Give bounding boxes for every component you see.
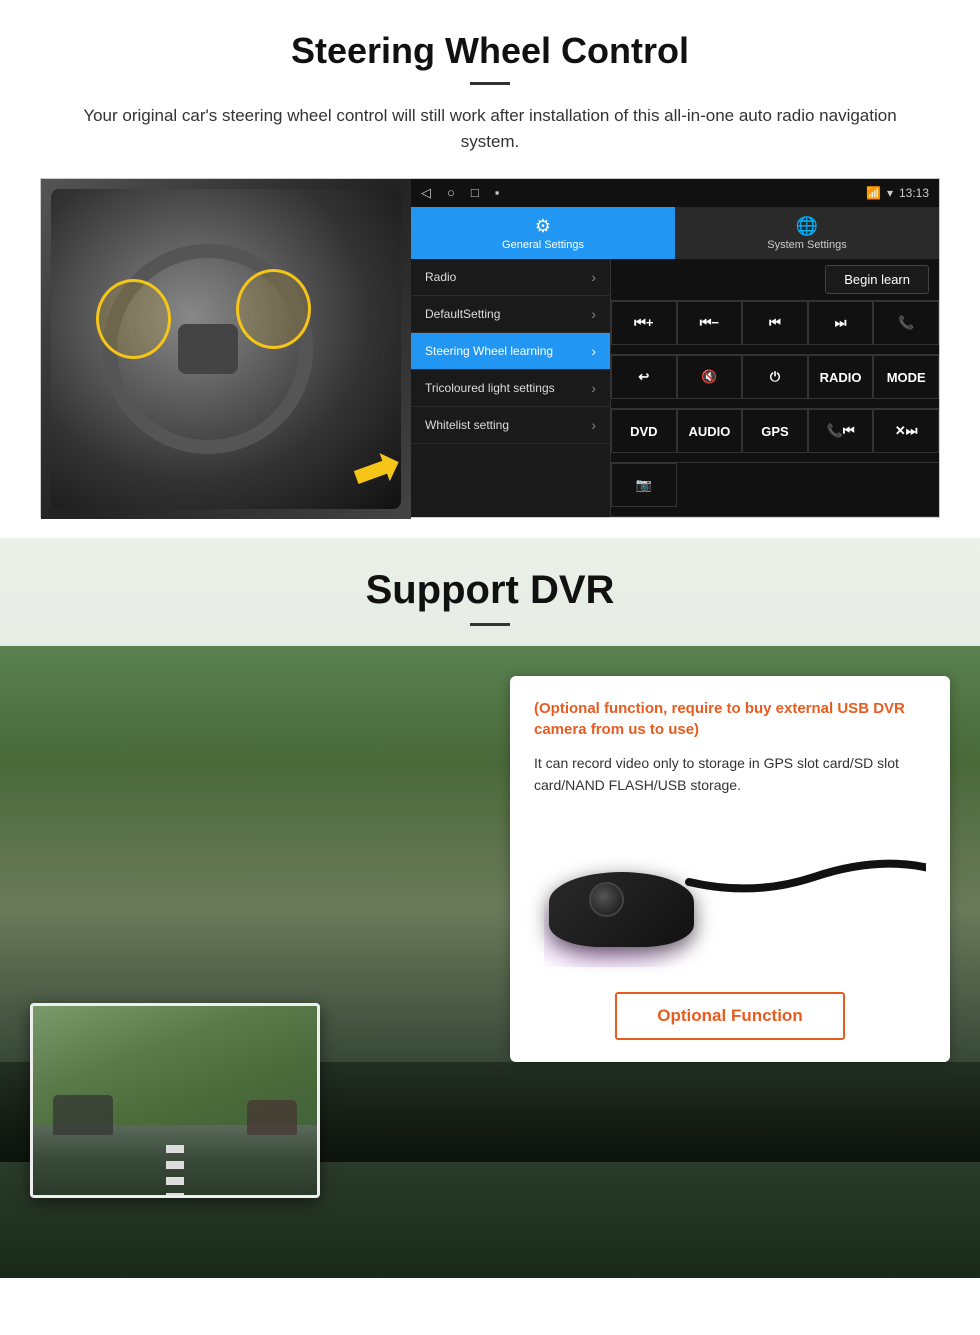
android-menu: Radio › DefaultSetting › Steering Wheel …: [411, 259, 939, 517]
power-button[interactable]: ⏻: [742, 355, 808, 399]
control-row-3: DVD AUDIO GPS 📞⏮ ✕⏭: [611, 409, 939, 463]
statusbar-right: 📶 ▾ 13:13: [866, 186, 929, 200]
menu-default-label: DefaultSetting: [425, 307, 500, 321]
vol-up-button[interactable]: ⏮+: [611, 301, 677, 345]
steering-title: Steering Wheel Control: [40, 30, 940, 72]
steering-wheel-image: ➡: [41, 179, 411, 519]
dvd-button[interactable]: DVD: [611, 409, 677, 453]
menu-item-steering-learning[interactable]: Steering Wheel learning ›: [411, 333, 610, 370]
radio-button[interactable]: RADIO: [808, 355, 874, 399]
menu-radio-label: Radio: [425, 270, 456, 284]
vol-down-button[interactable]: ⏮−: [677, 301, 743, 345]
gps-button[interactable]: GPS: [742, 409, 808, 453]
dvr-camera-visual: [534, 817, 926, 977]
left-highlight-circle: [96, 279, 171, 359]
clock: 13:13: [899, 186, 929, 200]
dvr-content: (Optional function, require to buy exter…: [0, 646, 980, 1062]
menu-tricoloured-label: Tricoloured light settings: [425, 381, 555, 395]
next-button[interactable]: ⏭: [808, 301, 874, 345]
android-panel: ◁ ○ □ ▪ 📶 ▾ 13:13 ⚙ General Settings: [411, 179, 939, 517]
menu-list: Radio › DefaultSetting › Steering Wheel …: [411, 259, 611, 517]
control-row-4: 📷: [611, 463, 939, 517]
steering-ui-demo: ➡ ◁ ○ □ ▪ 📶 ▾ 13:13 ⚙: [40, 178, 940, 518]
tab-system-settings[interactable]: 🌐 System Settings: [675, 207, 939, 259]
camera-button[interactable]: 📷: [611, 463, 677, 507]
control-button-grid: Begin learn ⏮+ ⏮− ⏮ ⏭ 📞 ↩ 🔇 ⏻: [611, 259, 939, 517]
nav-back-icon[interactable]: ◁: [421, 185, 431, 201]
android-tabs: ⚙ General Settings 🌐 System Settings: [411, 207, 939, 259]
nav-menu-icon[interactable]: ▪: [495, 185, 500, 201]
right-highlight-circle: [236, 269, 311, 349]
dvr-divider: [470, 623, 510, 626]
nav-recent-icon[interactable]: □: [471, 185, 479, 201]
menu-item-whitelist[interactable]: Whitelist setting ›: [411, 407, 610, 444]
steering-subtitle: Your original car's steering wheel contr…: [80, 103, 900, 154]
tab-general-label: General Settings: [502, 239, 584, 251]
nav-home-icon[interactable]: ○: [447, 185, 455, 201]
android-statusbar: ◁ ○ □ ▪ 📶 ▾ 13:13: [411, 179, 939, 207]
optional-button-area: Optional Function: [534, 992, 926, 1040]
tab-system-label: System Settings: [767, 239, 846, 251]
menu-steering-label: Steering Wheel learning: [425, 344, 553, 358]
back-button[interactable]: ↩: [611, 355, 677, 399]
steering-section: Steering Wheel Control Your original car…: [0, 0, 980, 538]
dvr-optional-text: (Optional function, require to buy exter…: [534, 698, 926, 740]
camera-cable-svg: [534, 817, 926, 977]
begin-learn-button[interactable]: Begin learn: [825, 265, 929, 294]
steering-hub: [178, 324, 238, 374]
dvr-screenshot: [30, 1003, 320, 1198]
dvr-title-area: Support DVR: [0, 538, 980, 646]
menu-item-default[interactable]: DefaultSetting ›: [411, 296, 610, 333]
dvr-info-box: (Optional function, require to buy exter…: [510, 676, 950, 1062]
menu-item-radio[interactable]: Radio ›: [411, 259, 610, 296]
mode-button[interactable]: MODE: [873, 355, 939, 399]
gear-icon: ⚙: [535, 216, 551, 237]
dvr-description: It can record video only to storage in G…: [534, 752, 926, 797]
menu-whitelist-label: Whitelist setting: [425, 418, 509, 432]
title-divider: [470, 82, 510, 85]
chevron-icon: ›: [591, 380, 596, 396]
phone-prev-button[interactable]: 📞⏮: [808, 409, 874, 453]
audio-button[interactable]: AUDIO: [677, 409, 743, 453]
menu-item-tricoloured[interactable]: Tricoloured light settings ›: [411, 370, 610, 407]
tab-general-settings[interactable]: ⚙ General Settings: [411, 207, 675, 259]
prev-button[interactable]: ⏮: [742, 301, 808, 345]
chevron-icon: ›: [591, 343, 596, 359]
mute-button[interactable]: 🔇: [677, 355, 743, 399]
wifi-icon: ▾: [887, 186, 893, 200]
dvr-section: Support DVR (Optional function, require …: [0, 538, 980, 1278]
signal-icon: 📶: [866, 186, 881, 200]
phone-button[interactable]: 📞: [873, 301, 939, 345]
skip-next-button[interactable]: ✕⏭: [873, 409, 939, 453]
chevron-icon: ›: [591, 306, 596, 322]
begin-learn-row: Begin learn: [611, 259, 939, 301]
optional-function-button[interactable]: Optional Function: [615, 992, 844, 1040]
chevron-icon: ›: [591, 417, 596, 433]
control-row-2: ↩ 🔇 ⏻ RADIO MODE: [611, 355, 939, 409]
system-icon: 🌐: [796, 216, 818, 237]
dvr-title: Support DVR: [0, 568, 980, 613]
control-row-1: ⏮+ ⏮− ⏮ ⏭ 📞: [611, 301, 939, 355]
nav-buttons: ◁ ○ □ ▪: [421, 185, 499, 201]
chevron-icon: ›: [591, 269, 596, 285]
